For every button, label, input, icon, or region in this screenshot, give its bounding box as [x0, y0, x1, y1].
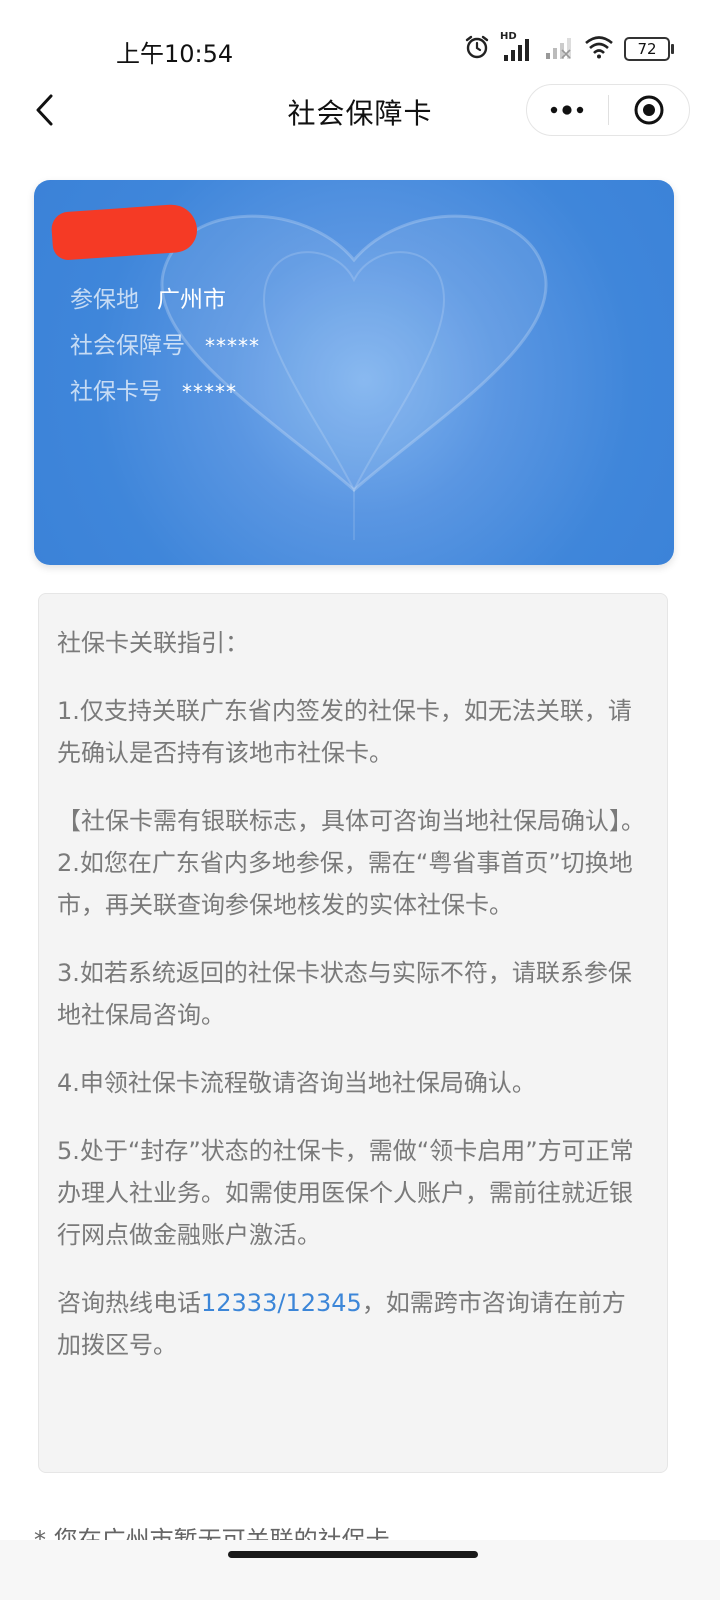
- more-button[interactable]: [527, 85, 608, 135]
- nav-bar: 社会保障卡: [0, 80, 720, 142]
- location-label: 参保地: [70, 287, 139, 313]
- card-row-location: 参保地 广州市: [70, 280, 226, 314]
- guide-note: 【社保卡需有银联标志，具体可咨询当地社保局确认】。: [57, 807, 645, 835]
- location-value: 广州市: [157, 287, 226, 313]
- hotline-prefix: 咨询热线电话: [57, 1289, 201, 1317]
- ss-number-label: 社会保障号: [70, 333, 185, 359]
- card-row-card-number: 社保卡号 *****: [70, 372, 237, 406]
- hd-signal-icon: HD: [500, 31, 534, 63]
- hotline-12345-link[interactable]: 12345: [285, 1289, 361, 1317]
- link-guide-panel: 社保卡关联指引： 1.仅支持关联广东省内签发的社保卡，如无法关联，请先确认是否持…: [38, 593, 668, 1473]
- guide-item-3: 3.如若系统返回的社保卡状态与实际不符，请联系参保地社保局咨询。: [57, 959, 632, 1029]
- home-indicator[interactable]: [228, 1551, 478, 1558]
- signal-weak-icon: [544, 34, 574, 64]
- mini-program-capsule: [526, 84, 690, 136]
- guide-item-1: 1.仅支持关联广东省内签发的社保卡，如无法关联，请先确认是否持有该地市社保卡。: [57, 697, 632, 767]
- status-bar: 上午10:54 HD 72: [0, 0, 720, 90]
- home-bar: [0, 1540, 720, 1600]
- screen: 上午10:54 HD 72 社会保障卡 参保地 广州市 社会保障号 ***** …: [0, 0, 720, 1600]
- status-time: 上午10:54: [116, 40, 234, 68]
- guide-hotline: 咨询热线电话12333/12345，如需跨市咨询请在前方加拨区号。: [57, 1282, 647, 1366]
- status-icons: HD 72: [464, 31, 674, 64]
- card-number-value: *****: [182, 380, 237, 404]
- guide-item-5: 5.处于“封存”状态的社保卡，需做“领卡启用”方可正常办理人社业务。如需使用医保…: [57, 1137, 634, 1249]
- guide-item-2: 2.如您在广东省内多地参保，需在“粤省事首页”切换地市，再关联查询参保地核发的实…: [57, 849, 633, 919]
- battery-icon: 72: [624, 37, 674, 61]
- redacted-name: [50, 203, 199, 261]
- ss-number-value: *****: [205, 334, 260, 358]
- card-number-label: 社保卡号: [70, 379, 162, 405]
- guide-heading: 社保卡关联指引：: [57, 629, 249, 657]
- guide-item-4: 4.申领社保卡流程敬请咨询当地社保局确认。: [57, 1069, 536, 1097]
- target-circle-icon: [634, 95, 664, 125]
- close-mini-program-button[interactable]: [609, 85, 690, 135]
- hotline-12333-link[interactable]: 12333: [201, 1289, 277, 1317]
- more-dots-icon: [551, 105, 584, 115]
- wifi-icon: [584, 35, 614, 63]
- alarm-icon: [464, 34, 490, 64]
- card-row-ss-number: 社会保障号 *****: [70, 326, 260, 360]
